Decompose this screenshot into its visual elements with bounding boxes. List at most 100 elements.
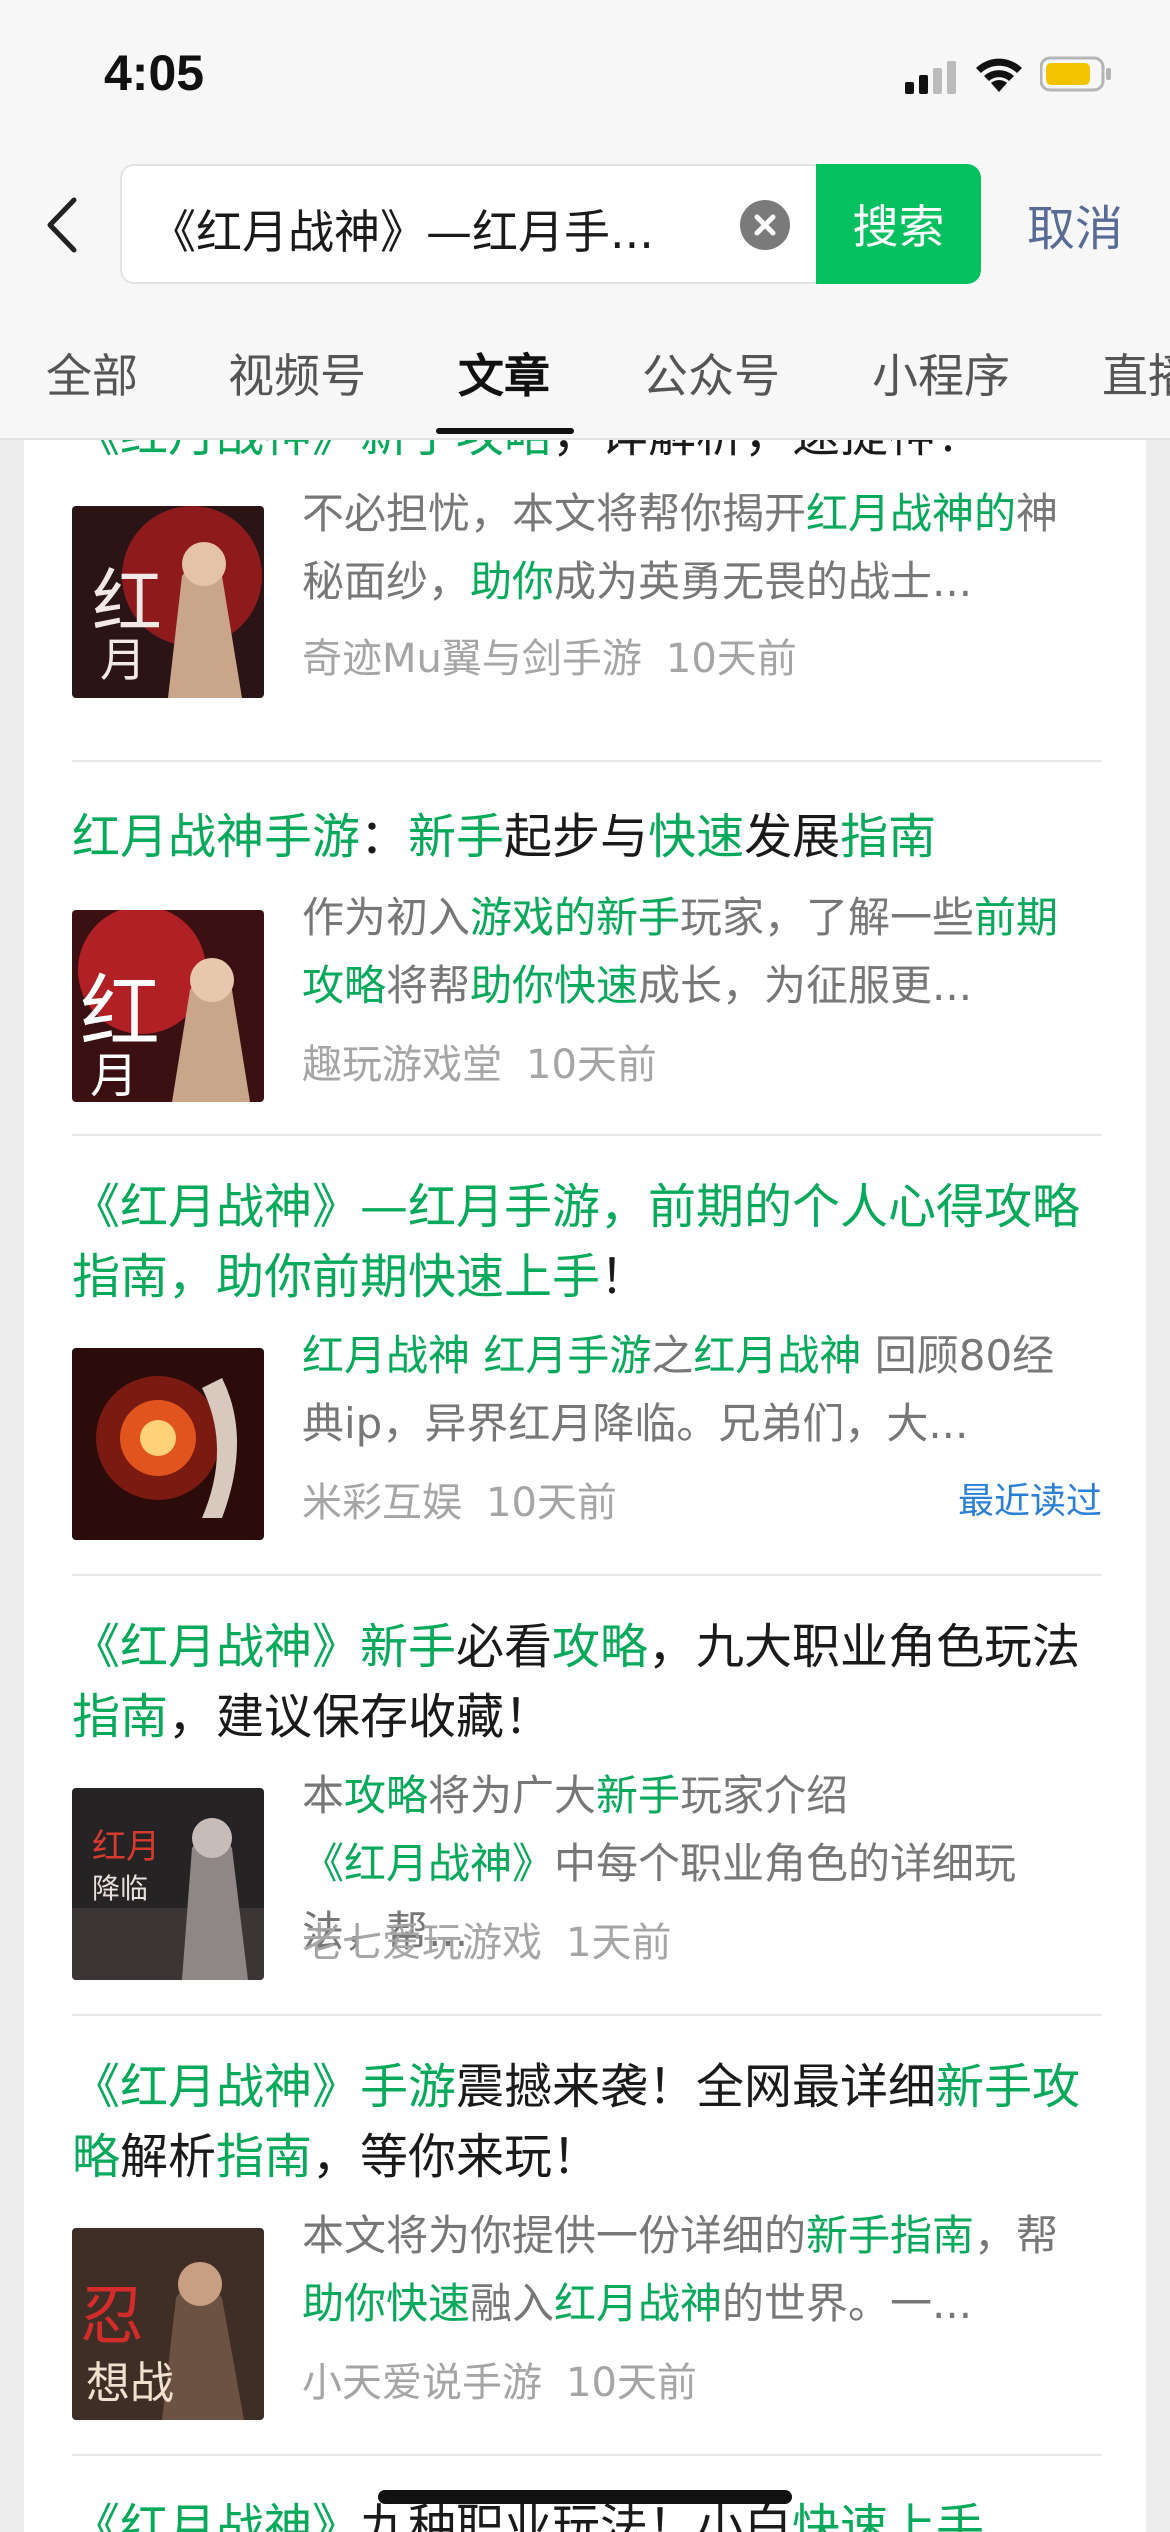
svg-text:月: 月 bbox=[100, 633, 146, 687]
highlighted-keyword: 《红月战神》 bbox=[302, 1839, 555, 1888]
highlighted-keyword: 《红月战神》 bbox=[72, 2499, 361, 2532]
article-title: 《红月战神》—红月手游，前期的个人心得攻略指南，助你前期快速上手！ bbox=[72, 1172, 1102, 1312]
game-poster-icon: 红 月 bbox=[72, 506, 264, 698]
text-segment: 玩家，了解一些 bbox=[680, 893, 975, 942]
highlighted-keyword: 《红月战神》手游 bbox=[72, 2059, 457, 2115]
home-indicator bbox=[378, 2490, 792, 2504]
text-segment: 震撼来袭！全网最详细 bbox=[456, 2059, 937, 2115]
highlighted-keyword: 助你 bbox=[470, 557, 555, 606]
highlighted-keyword: 助你快速 bbox=[302, 2279, 471, 2328]
article-meta: 奇迹Mu翼与剑手游 10天前 bbox=[302, 626, 797, 684]
article-title: 红月战神手游：新手起步与快速发展指南 bbox=[72, 802, 1102, 872]
svg-text:红: 红 bbox=[80, 966, 160, 1059]
highlighted-keyword: 指南 bbox=[840, 809, 937, 865]
text-segment: ，帮 bbox=[974, 2211, 1059, 2260]
highlighted-keyword: 《红月战神》—红月手游，前期的个人心得攻略指南，助你前期快速上手 bbox=[72, 1179, 1081, 1305]
text-segment: 成为英勇无畏的战士... bbox=[554, 557, 973, 606]
back-chevron-icon[interactable] bbox=[40, 192, 90, 258]
article-thumbnail: 红 月 bbox=[72, 506, 264, 698]
text-segment: 本 bbox=[302, 1771, 345, 1820]
highlighted-keyword: 《红月战神》新手攻略 bbox=[72, 440, 552, 463]
article-meta: 趣玩游戏堂 10天前 bbox=[302, 1032, 657, 1090]
article-source[interactable]: 小天爱说手游 bbox=[302, 2360, 542, 2406]
article-time: 10天前 bbox=[566, 2360, 697, 2406]
tab-live[interactable]: 直播 bbox=[1102, 340, 1170, 406]
search-header: 《红月战神》—红月手... 搜索 取消 bbox=[0, 150, 1170, 300]
highlighted-keyword: 红月战神手游 bbox=[72, 809, 361, 865]
svg-text:想战: 想战 bbox=[86, 2358, 174, 2409]
tab-all[interactable]: 全部 bbox=[46, 340, 138, 406]
article-title: 《红月战神》新手攻略，详解析，速提神！ bbox=[72, 440, 1102, 470]
highlighted-keyword: 指南 bbox=[72, 1689, 169, 1745]
text-segment: ： bbox=[360, 809, 409, 865]
highlighted-keyword: 红月战神 bbox=[554, 2279, 723, 2328]
article-time: 10天前 bbox=[486, 1480, 617, 1526]
highlighted-keyword: 新手 bbox=[596, 1771, 681, 1820]
article-card[interactable]: 《红月战神》—红月手游，前期的个人心得攻略指南，助你前期快速上手！ 红月战神 红… bbox=[72, 1136, 1102, 1576]
article-source[interactable]: 趣玩游戏堂 bbox=[302, 1042, 502, 1088]
article-excerpt: 本文将为你提供一份详细的新手指南，帮助你快速融入红月战神的世界。一... bbox=[302, 2202, 1092, 2338]
article-source[interactable]: 米彩互娱 bbox=[302, 1480, 462, 1526]
text-segment: 本文将为你提供一份详细的 bbox=[302, 2211, 807, 2260]
recently-read-tag: 最近读过 bbox=[957, 1481, 1102, 1522]
clear-search-icon[interactable] bbox=[740, 200, 790, 250]
game-poster-icon: 红月 降临 bbox=[72, 1788, 264, 1980]
results-list: 《红月战神》新手攻略，详解析，速提神！ 红 月 不必担忧，本文将帮你揭开红月战神… bbox=[24, 440, 1146, 2532]
article-excerpt: 作为初入游戏的新手玩家，了解一些前期攻略将帮助你快速成长，为征服更... bbox=[302, 884, 1092, 1020]
article-card[interactable]: 红月战神手游：新手起步与快速发展指南 红 月 作为初入游戏的新手玩家，了解一些前… bbox=[72, 762, 1102, 1136]
text-segment: 不必担忧，本文将帮你揭开 bbox=[302, 489, 807, 538]
text-segment: ，详解析，速提神！ bbox=[552, 440, 984, 463]
svg-text:红: 红 bbox=[92, 561, 162, 643]
highlighted-keyword: 新手指南 bbox=[806, 2211, 975, 2260]
tab-articles[interactable]: 文章 bbox=[458, 340, 550, 406]
article-time: 1天前 bbox=[566, 1920, 672, 1966]
search-input[interactable]: 《红月战神》—红月手... bbox=[120, 164, 820, 284]
article-thumbnail: 红 月 bbox=[72, 910, 264, 1102]
article-card[interactable]: 《红月战神》新手攻略，详解析，速提神！ 红 月 不必担忧，本文将帮你揭开红月战神… bbox=[72, 440, 1102, 762]
text-segment: 将为广大 bbox=[428, 1771, 597, 1820]
highlighted-keyword: 攻略 bbox=[552, 1619, 649, 1675]
search-category-tabs: 全部 视频号 文章 公众号 小程序 直播 bbox=[0, 300, 1170, 440]
tab-official-accounts[interactable]: 公众号 bbox=[642, 340, 780, 406]
highlighted-keyword: 新手 bbox=[408, 809, 505, 865]
article-excerpt: 红月战神 红月手游之红月战神 回顾80经典ip，异界红月降临。兄弟们，大... bbox=[302, 1322, 1092, 1458]
game-poster-icon: 忍 想战 bbox=[72, 2228, 264, 2420]
active-tab-indicator bbox=[436, 428, 574, 434]
highlighted-keyword: 红月战神的 bbox=[806, 489, 1017, 538]
search-query-text: 《红月战神》—红月手... bbox=[150, 205, 654, 259]
cancel-button[interactable]: 取消 bbox=[1000, 164, 1150, 284]
article-excerpt: 不必担忧，本文将帮你揭开红月战神的神秘面纱，助你成为英勇无畏的战士... bbox=[302, 480, 1092, 616]
highlighted-keyword: 《红月战神》新手 bbox=[72, 1619, 457, 1675]
text-segment: ，九大职业角色玩法 bbox=[648, 1619, 1081, 1675]
cellular-signal-icon bbox=[905, 61, 956, 94]
article-source[interactable]: 奇迹Mu翼与剑手游 bbox=[302, 636, 642, 682]
tab-channels[interactable]: 视频号 bbox=[228, 340, 366, 406]
text-segment: 必看 bbox=[456, 1619, 553, 1675]
article-card[interactable]: 《红月战神》新手必看攻略，九大职业角色玩法指南，建议保存收藏！ 红月 降临 本攻… bbox=[72, 1576, 1102, 2016]
text-segment: ，等你来玩！ bbox=[312, 2129, 601, 2185]
text-segment: 作为初入 bbox=[302, 893, 471, 942]
status-bar: 4:05 bbox=[0, 0, 1170, 150]
article-time: 10天前 bbox=[526, 1042, 657, 1088]
game-poster-icon: 红 月 bbox=[72, 910, 264, 1102]
highlighted-keyword: 快速上手 bbox=[792, 2499, 985, 2532]
text-segment: 起步与 bbox=[504, 809, 649, 865]
article-title: 《红月战神》手游震撼来袭！全网最详细新手攻略解析指南，等你来玩！ bbox=[72, 2052, 1102, 2192]
article-source[interactable]: 老七爱玩游戏 bbox=[302, 1920, 542, 1966]
tab-mini-programs[interactable]: 小程序 bbox=[872, 340, 1010, 406]
text-segment: 融入 bbox=[470, 2279, 555, 2328]
highlighted-keyword: 游戏的新手 bbox=[470, 893, 681, 942]
text-segment: 之 bbox=[651, 1331, 694, 1380]
article-meta: 小天爱说手游 10天前 bbox=[302, 2350, 697, 2408]
highlighted-keyword: 攻略 bbox=[344, 1771, 429, 1820]
status-time: 4:05 bbox=[104, 45, 205, 101]
text-segment: 将帮 bbox=[386, 961, 471, 1010]
svg-text:红月: 红月 bbox=[92, 1827, 160, 1867]
article-card[interactable]: 《红月战神》手游震撼来袭！全网最详细新手攻略解析指南，等你来玩！ 忍 想战 本文… bbox=[72, 2016, 1102, 2456]
article-time: 10天前 bbox=[665, 636, 797, 682]
search-button[interactable]: 搜索 bbox=[816, 164, 981, 284]
highlighted-keyword: 快速 bbox=[648, 809, 745, 865]
text-segment: ！ bbox=[600, 1249, 649, 1305]
article-meta: 老七爱玩游戏 1天前 bbox=[302, 1910, 671, 1968]
svg-text:降临: 降临 bbox=[92, 1872, 148, 1905]
